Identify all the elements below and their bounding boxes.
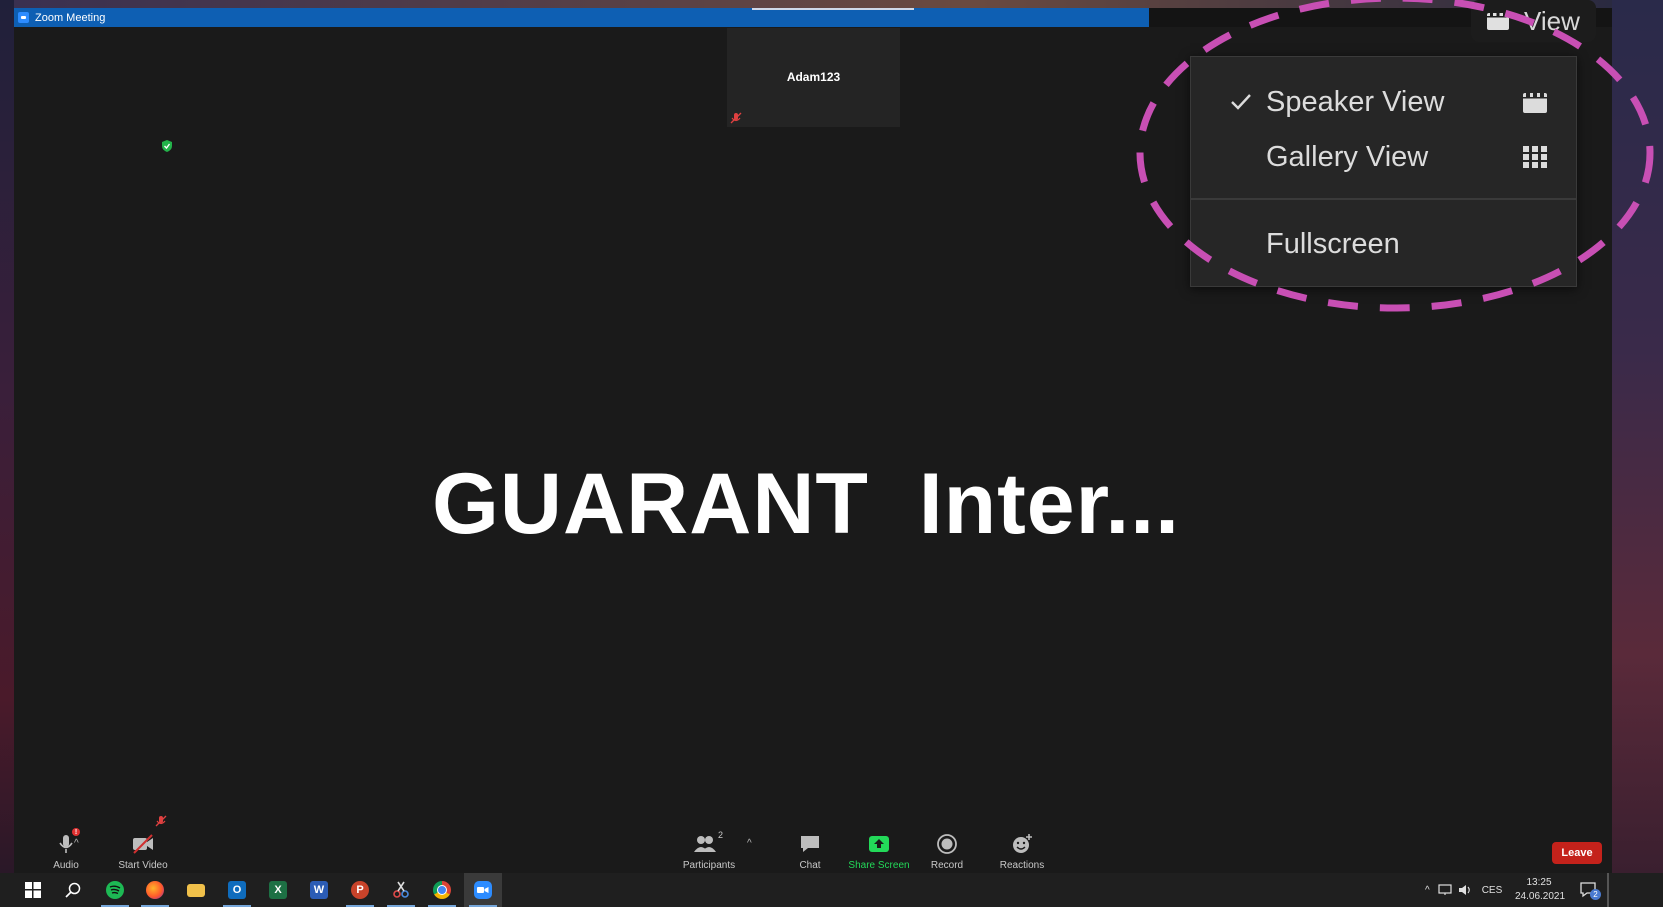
audio-alert-badge: ! xyxy=(72,828,80,836)
windows-taskbar: O X W P ^ CES 13:25 24.06.2021 2 xyxy=(0,873,1663,907)
chat-label: Chat xyxy=(799,860,821,871)
audio-label: Audio xyxy=(53,860,79,871)
record-icon xyxy=(935,832,959,856)
spotify-icon xyxy=(106,881,124,899)
menu-item-label: Gallery View xyxy=(1266,140,1429,173)
speaker-view-icon xyxy=(1487,11,1509,30)
menu-item-label: Speaker View xyxy=(1266,85,1445,118)
share-screen-label: Share Screen xyxy=(848,860,910,871)
system-tray: ^ CES xyxy=(1425,873,1502,907)
show-desktop-button[interactable] xyxy=(1607,873,1609,907)
participants-count: 2 xyxy=(718,830,724,840)
taskbar-word[interactable]: W xyxy=(300,873,338,907)
view-button-label: View xyxy=(1524,5,1580,36)
chat-icon xyxy=(798,832,822,856)
reactions-label: Reactions xyxy=(999,860,1045,871)
window-title-bar[interactable]: Zoom Meeting xyxy=(14,8,1149,27)
audio-button[interactable]: ! Audio xyxy=(36,820,96,873)
excel-icon: X xyxy=(269,881,287,899)
participants-label: Participants xyxy=(682,860,736,871)
view-button[interactable]: View xyxy=(1471,0,1596,42)
video-off-icon xyxy=(131,832,155,856)
taskbar-outlook[interactable]: O xyxy=(218,873,256,907)
search-icon xyxy=(65,882,81,898)
chat-button[interactable]: Chat xyxy=(780,820,840,873)
checkmark-icon xyxy=(1231,94,1251,110)
zoom-app-icon xyxy=(18,12,29,23)
record-button[interactable]: Record xyxy=(917,820,977,873)
windows-start-button[interactable] xyxy=(14,873,52,907)
muted-mic-icon xyxy=(155,815,167,827)
leave-button[interactable]: Leave xyxy=(1552,842,1602,864)
gallery-view-icon xyxy=(1523,146,1547,168)
audio-options-caret[interactable]: ^ xyxy=(74,838,79,849)
windows-logo-icon xyxy=(25,882,41,898)
taskbar-powerpoint[interactable]: P xyxy=(341,873,379,907)
taskbar-excel[interactable]: X xyxy=(259,873,297,907)
taskbar-clock[interactable]: 13:25 24.06.2021 xyxy=(1515,876,1566,904)
participants-button[interactable]: 2 Participants xyxy=(679,820,739,873)
participants-icon: 2 xyxy=(692,830,726,856)
reactions-icon xyxy=(1010,832,1034,856)
show-hidden-icons-chevron-icon[interactable]: ^ xyxy=(1425,885,1430,896)
network-icon[interactable] xyxy=(1438,884,1452,896)
start-video-label: Start Video xyxy=(118,860,168,871)
participants-options-caret[interactable]: ^ xyxy=(747,838,752,849)
active-speaker-name: GUARANT Inter... xyxy=(432,456,1181,552)
powerpoint-icon: P xyxy=(351,881,369,899)
menu-item-fullscreen[interactable]: Fullscreen xyxy=(1191,217,1576,271)
reactions-button[interactable]: Reactions xyxy=(990,820,1054,873)
folder-icon xyxy=(187,883,205,897)
window-title: Zoom Meeting xyxy=(35,11,106,24)
desktop-background-left xyxy=(0,0,14,873)
participant-name: Adam123 xyxy=(786,70,841,84)
menu-item-label: Fullscreen xyxy=(1266,227,1400,260)
share-screen-button[interactable]: Share Screen xyxy=(844,820,914,873)
action-center-button[interactable]: 2 xyxy=(1578,879,1601,901)
taskbar-chrome[interactable] xyxy=(423,873,461,907)
outlook-icon: O xyxy=(228,881,246,899)
speaker-view-icon xyxy=(1523,91,1547,113)
menu-item-speaker-view[interactable]: Speaker View xyxy=(1191,75,1576,129)
record-label: Record xyxy=(930,860,964,871)
view-top-handle xyxy=(752,8,914,10)
volume-icon[interactable] xyxy=(1458,884,1472,896)
taskbar-file-explorer[interactable] xyxy=(177,873,215,907)
scissors-icon xyxy=(393,881,409,898)
muted-mic-icon xyxy=(730,112,742,124)
firefox-icon xyxy=(146,881,164,899)
meeting-toolbar: ! Audio ^ Start Video 2 Participants ^ C… xyxy=(14,815,1612,873)
search-button[interactable] xyxy=(54,873,92,907)
desktop-background-top xyxy=(14,0,1612,8)
notification-count-badge: 2 xyxy=(1590,889,1601,900)
clock-date: 24.06.2021 xyxy=(1515,891,1566,902)
taskbar-firefox[interactable] xyxy=(136,873,174,907)
zoom-icon xyxy=(474,881,492,899)
desktop-background-right xyxy=(1612,0,1663,873)
input-language[interactable]: CES xyxy=(1482,885,1503,896)
view-menu: Speaker View Gallery View Fullscreen xyxy=(1190,56,1577,287)
share-screen-icon xyxy=(867,832,891,856)
menu-divider xyxy=(1191,198,1576,200)
taskbar-spotify[interactable] xyxy=(96,873,134,907)
clock-time: 13:25 xyxy=(1526,877,1552,888)
word-icon: W xyxy=(310,881,328,899)
chrome-icon xyxy=(433,881,451,899)
participant-tile[interactable]: Adam123 xyxy=(727,28,900,127)
menu-item-gallery-view[interactable]: Gallery View xyxy=(1191,130,1576,184)
taskbar-snipping-tool[interactable] xyxy=(382,873,420,907)
encryption-shield-icon[interactable] xyxy=(160,139,174,153)
taskbar-zoom[interactable] xyxy=(464,873,502,907)
